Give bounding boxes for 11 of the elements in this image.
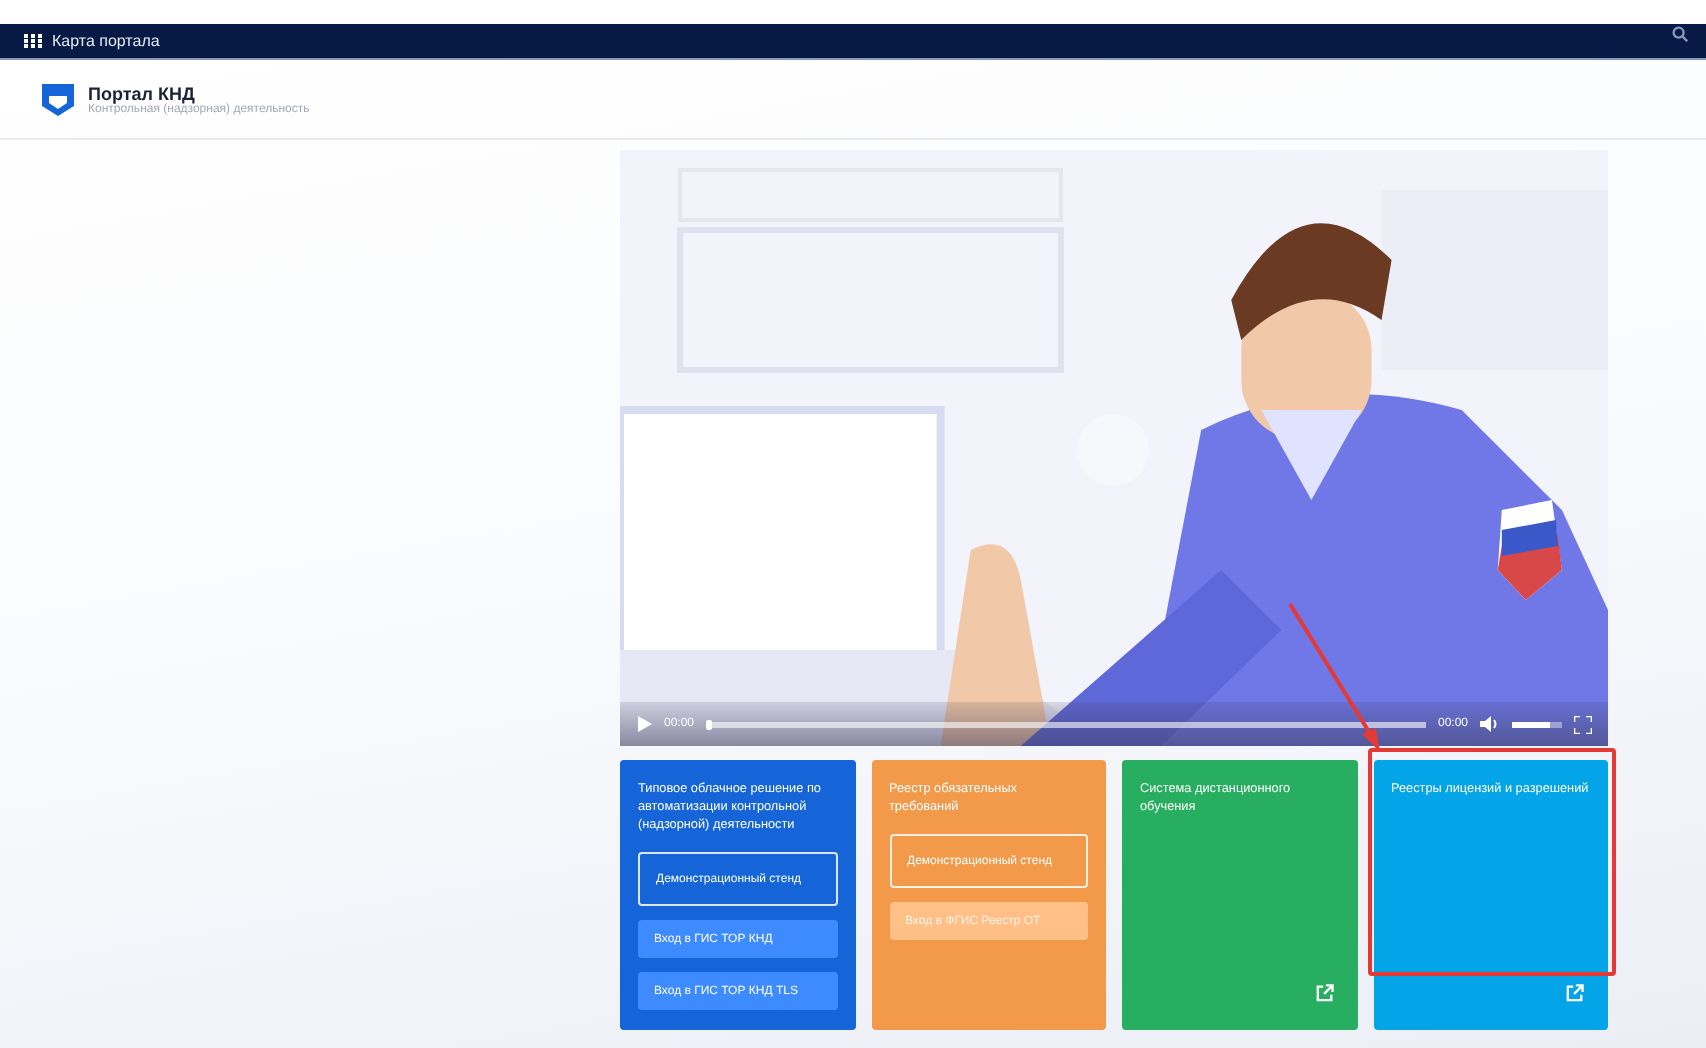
volume-slider[interactable] xyxy=(1512,721,1562,727)
progress-bar[interactable] xyxy=(706,721,1426,727)
fullscreen-icon[interactable] xyxy=(1574,715,1592,733)
external-link-icon[interactable] xyxy=(1566,984,1584,1002)
volume-icon[interactable] xyxy=(1480,716,1500,732)
portal-map-link[interactable]: Карта портала xyxy=(52,32,160,50)
shield-logo-icon[interactable] xyxy=(40,82,76,118)
portal-title: Портал КНД xyxy=(88,84,195,104)
menu-grid-icon[interactable] xyxy=(24,34,42,48)
search-icon[interactable] xyxy=(1672,26,1688,42)
external-link-icon[interactable] xyxy=(1315,984,1333,1002)
